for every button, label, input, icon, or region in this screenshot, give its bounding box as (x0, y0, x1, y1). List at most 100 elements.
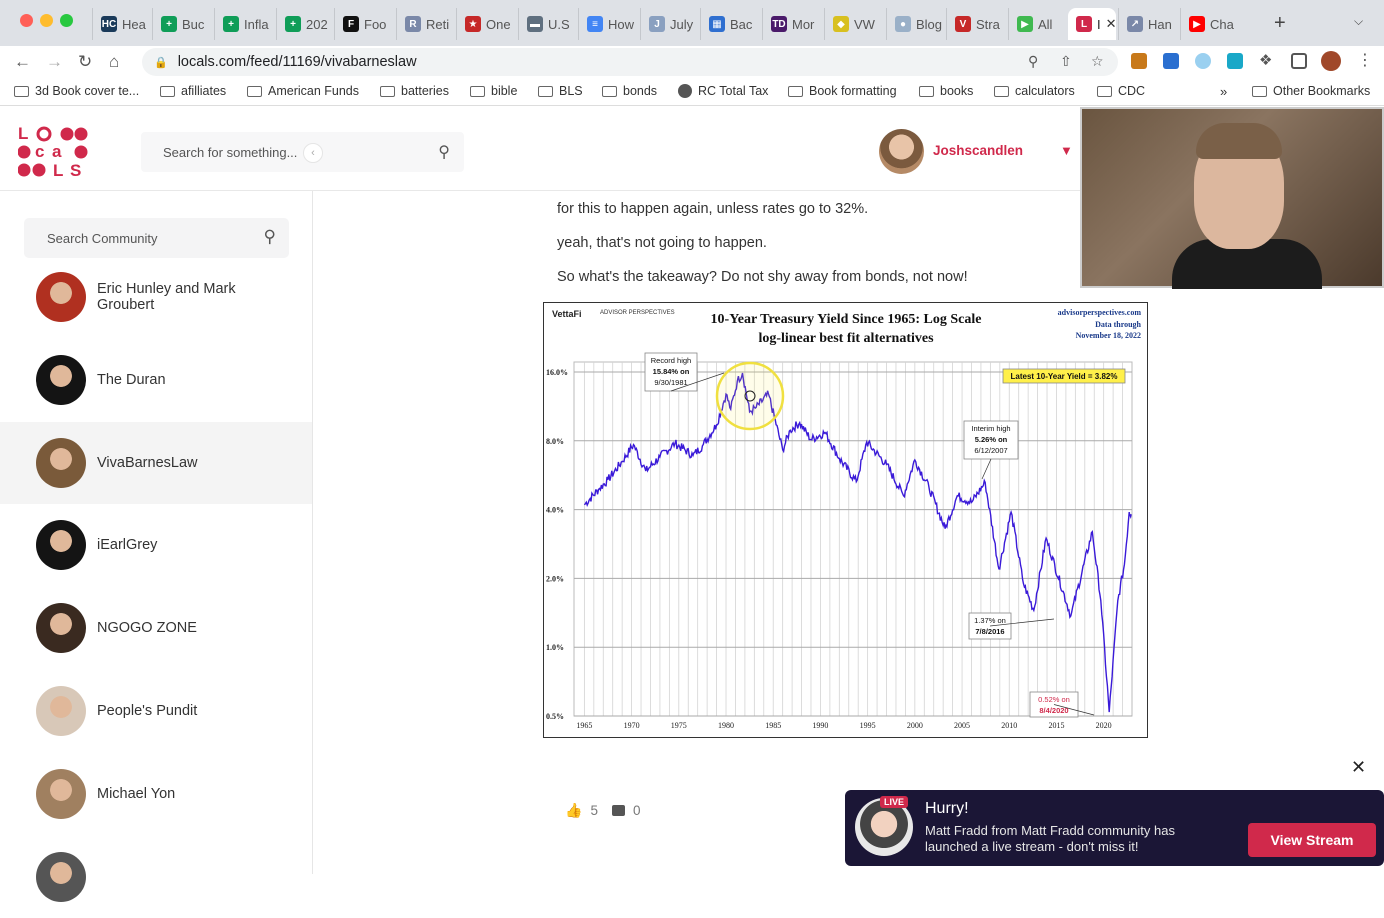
browser-tab[interactable]: ≡ How (578, 8, 640, 40)
minimize-window-icon[interactable] (40, 14, 53, 27)
browser-tab[interactable]: +202 (276, 8, 334, 40)
community-item[interactable]: People's Pundit (0, 670, 312, 752)
user-avatar[interactable] (879, 129, 924, 174)
browser-tab[interactable]: ● Blog (886, 8, 946, 40)
tab-favicon: + (223, 16, 239, 32)
search-icon[interactable]: ⚲ (438, 142, 450, 162)
thumbs-up-icon[interactable]: 👍 (565, 802, 582, 819)
post-text-line: So what's the takeaway? Do not shy away … (557, 269, 968, 285)
close-window-icon[interactable] (20, 14, 33, 27)
x-tick-label: 2010 (1001, 721, 1017, 730)
community-item[interactable]: VivaBarnesLaw (0, 421, 312, 504)
bookmark-item[interactable]: Book formatting (788, 84, 897, 98)
x-tick-label: 2015 (1048, 721, 1064, 730)
extension-icon[interactable] (1195, 53, 1211, 69)
extension-icon[interactable] (1227, 53, 1243, 69)
bookmark-item[interactable]: RC Total Tax (678, 84, 768, 98)
post-image-chart[interactable]: 0.5% 1.0% 2.0% 4.0% 8.0% 16.0% 1965 1970 1975 198… (543, 302, 1148, 738)
bookmark-item[interactable]: CDC (1097, 84, 1145, 98)
bookmark-item[interactable]: calculators (994, 84, 1075, 98)
browser-tab[interactable]: ▶ Cha (1180, 8, 1242, 40)
bookmark-item[interactable]: batteries (380, 84, 449, 98)
home-icon[interactable]: ⌂ (109, 52, 119, 72)
community-item[interactable] (0, 836, 312, 918)
url-field[interactable]: 🔒 locals.com/feed/11169/vivabarneslaw ⚲ … (142, 48, 1118, 76)
browser-tab[interactable]: + Infla (214, 8, 276, 40)
x-tick-label: 2020 (1096, 721, 1112, 730)
annotation-text: 1.37% on (974, 616, 1006, 625)
bookmark-label: BLS (559, 84, 583, 98)
reload-icon[interactable]: ↻ (78, 52, 92, 72)
collapse-sidebar-icon[interactable]: ‹ (303, 143, 323, 163)
browser-tab[interactable]: V Stra (946, 8, 1008, 40)
extension-icon[interactable] (1131, 53, 1147, 69)
browser-tab[interactable]: ★ One (456, 8, 518, 40)
bookmark-item[interactable]: afilliates (160, 84, 226, 98)
forward-icon[interactable]: → (46, 52, 63, 72)
browser-tab[interactable]: R Reti (396, 8, 456, 40)
extension-icon[interactable] (1163, 53, 1179, 69)
browser-tab[interactable]: + Buc (152, 8, 214, 40)
browser-tab[interactable]: L I ✕ (1068, 8, 1116, 40)
community-item[interactable]: Eric Hunley and Mark Groubert (0, 256, 312, 338)
chevron-down-icon[interactable]: ⌵ (1354, 14, 1363, 29)
browser-tab[interactable]: ▶ All (1008, 8, 1068, 40)
bookmark-item[interactable]: BLS (538, 84, 583, 98)
browser-tab[interactable]: J July (640, 8, 700, 40)
bookmarks-overflow-icon[interactable]: » (1220, 84, 1227, 99)
bookmark-star-icon[interactable]: ☆ (1091, 53, 1104, 70)
y-tick-label: 2.0% (546, 574, 564, 583)
bookmark-item[interactable]: books (919, 84, 973, 98)
back-icon[interactable]: ← (14, 52, 31, 72)
live-stream-toast[interactable]: LIVE Hurry! Matt Fradd from Matt Fradd c… (845, 790, 1384, 866)
search-icon[interactable]: ⚲ (264, 227, 276, 247)
browser-tab[interactable]: TD Mor (762, 8, 824, 40)
chart-subtitle: log-linear best fit alternatives (758, 331, 934, 346)
view-stream-button[interactable]: View Stream (1248, 823, 1376, 857)
community-item[interactable]: iEarlGrey (0, 504, 312, 586)
tab-label: July (670, 16, 694, 32)
bookmark-item[interactable]: bible (470, 84, 517, 98)
share-icon[interactable]: ⇧ (1060, 53, 1072, 70)
browser-tab[interactable]: F Foo (334, 8, 396, 40)
browser-tab[interactable]: ↗ Han (1118, 8, 1180, 40)
comment-icon[interactable] (611, 805, 625, 816)
bookmark-label: RC Total Tax (698, 84, 769, 98)
annotation-text: 15.84% on (653, 367, 690, 376)
community-item[interactable]: Michael Yon (0, 753, 312, 835)
community-name: VivaBarnesLaw (97, 454, 198, 471)
username-link[interactable]: Joshscandlen (933, 143, 1023, 158)
tab-close-icon[interactable]: ✕ (1106, 16, 1116, 32)
browser-tab[interactable]: HC Hea (92, 8, 152, 40)
lock-icon[interactable]: 🔒 (154, 56, 168, 69)
tab-label: Foo (364, 16, 387, 32)
community-search-input[interactable]: Search Community ⚲ (24, 218, 289, 258)
close-icon[interactable]: ✕ (1351, 757, 1366, 778)
locals-logo[interactable]: L c a L S (17, 124, 88, 180)
kebab-menu-icon[interactable]: ⋮ (1357, 50, 1373, 69)
logo-letter: c (35, 142, 46, 161)
logo-letter: S (70, 161, 83, 177)
sidepanel-icon[interactable] (1291, 53, 1307, 69)
new-tab-icon[interactable]: + (1274, 12, 1286, 35)
community-item[interactable]: NGOGO ZONE (0, 587, 312, 669)
browser-tab[interactable]: ▬ U.S (518, 8, 578, 40)
toast-message: Matt Fradd from Matt Fradd community has… (925, 823, 1175, 854)
bookmark-label: American Funds (268, 84, 360, 98)
profile-avatar[interactable] (1321, 51, 1341, 71)
puzzle-icon[interactable]: ❖ (1259, 51, 1275, 69)
caret-down-icon[interactable]: ▼ (1060, 143, 1073, 158)
zoom-icon[interactable]: ⚲ (1028, 53, 1038, 70)
browser-tab[interactable]: ◆ VW (824, 8, 886, 40)
bookmark-item[interactable]: 3d Book cover te... (14, 84, 139, 98)
other-bookmarks[interactable]: Other Bookmarks (1252, 84, 1370, 98)
annotation-text: 7/8/2016 (975, 627, 1004, 636)
bookmark-item[interactable]: bonds (602, 84, 657, 98)
bookmark-item[interactable]: American Funds (247, 84, 359, 98)
locals-logo-mark: L c a L S (17, 124, 88, 180)
tab-favicon: R (405, 16, 421, 32)
community-item[interactable]: The Duran (0, 339, 312, 421)
maximize-window-icon[interactable] (60, 14, 73, 27)
y-tick-label: 8.0% (546, 437, 564, 446)
browser-tab[interactable]: ▦ Bac (700, 8, 762, 40)
